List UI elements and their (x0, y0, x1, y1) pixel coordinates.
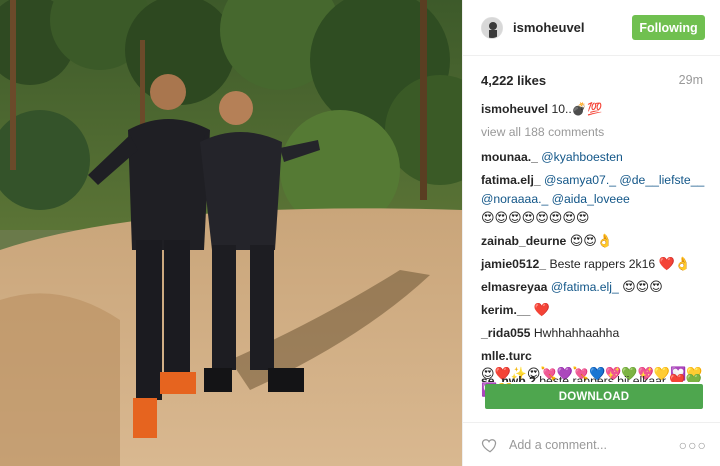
comment-emoji: ❤️👌 (658, 256, 691, 271)
comment-mention[interactable]: @fatima.elj_ (551, 280, 619, 294)
following-button[interactable]: Following (632, 15, 705, 40)
comment-item: mounaa._ @kyahboesten (481, 148, 707, 167)
comments-list: ismoheuvel 10..💣💯 view all 188 comments … (481, 100, 707, 404)
comment-text: Hwhhahhaahha (533, 326, 620, 340)
view-all-comments-link[interactable]: view all 188 comments (481, 123, 707, 142)
comment-text: beste rappers bij elkaar (539, 374, 666, 382)
comment-user[interactable]: jamie0512_ (481, 257, 546, 271)
post-footer: Add a comment... ○○○ (463, 422, 720, 466)
more-options-icon[interactable]: ○○○ (679, 437, 707, 453)
partially-visible-comment: se_nwb 2 beste rappers bij elkaar ❤️💚 (463, 372, 720, 382)
comment-emoji: ❤️💚 (669, 373, 702, 382)
post-header: ismoheuvel Following (463, 0, 720, 56)
comment-emoji: 😍😍😍😍😍😍😍😍 (481, 210, 590, 225)
comment-user[interactable]: fatima.elj_ (481, 173, 541, 187)
comment-item: fatima.elj_ @samya07._ @de__liefste__ @n… (481, 171, 707, 228)
comment-item: zainab_deurne 😍😍👌 (481, 232, 707, 251)
comment-user[interactable]: mounaa._ (481, 150, 538, 164)
add-comment-input[interactable]: Add a comment... (509, 438, 607, 452)
download-button[interactable]: DOWNLOAD (485, 384, 703, 409)
comment-user[interactable]: elmasreyaa (481, 280, 547, 294)
caption-user[interactable]: ismoheuvel (481, 102, 548, 116)
instagram-post: ismoheuvel Following 4,222 likes 29m ism… (0, 0, 720, 466)
likes-count[interactable]: 4,222 likes (481, 73, 546, 88)
comment-item: jamie0512_ Beste rappers 2k16 ❤️👌 (481, 255, 707, 274)
comment-user[interactable]: se_nwb 2 (481, 374, 536, 382)
caption: ismoheuvel 10..💣💯 (481, 100, 707, 119)
comment-user[interactable]: kerim.__ (481, 303, 530, 317)
post-meta: 4,222 likes 29m (463, 70, 720, 90)
post-username[interactable]: ismoheuvel (513, 20, 585, 35)
comment-text: Beste rappers 2k16 (549, 257, 656, 271)
comment-emoji: ❤️ (533, 302, 551, 317)
photo-illustration (0, 0, 462, 466)
comment-user[interactable]: mlle.turc (481, 349, 532, 363)
avatar[interactable] (481, 16, 503, 39)
comment-mention[interactable]: @kyahboesten (541, 150, 623, 164)
post-timestamp[interactable]: 29m (679, 73, 703, 87)
comment-item: _rida055 Hwhhahhaahha (481, 324, 707, 343)
comment-user[interactable]: _rida055 (481, 326, 530, 340)
comment-item: elmasreyaa @fatima.elj_ 😍😍😍 (481, 278, 707, 297)
comment-emoji: 😍😍😍 (622, 279, 663, 294)
comment-user[interactable]: zainab_deurne (481, 234, 566, 248)
caption-text: 10..💣💯 (551, 102, 603, 116)
comment-emoji: 😍😍👌 (569, 233, 614, 248)
heart-icon[interactable] (481, 436, 499, 454)
comment-item: kerim.__ ❤️ (481, 301, 707, 320)
post-sidebar: ismoheuvel Following 4,222 likes 29m ism… (462, 0, 720, 466)
post-photo[interactable] (0, 0, 462, 466)
